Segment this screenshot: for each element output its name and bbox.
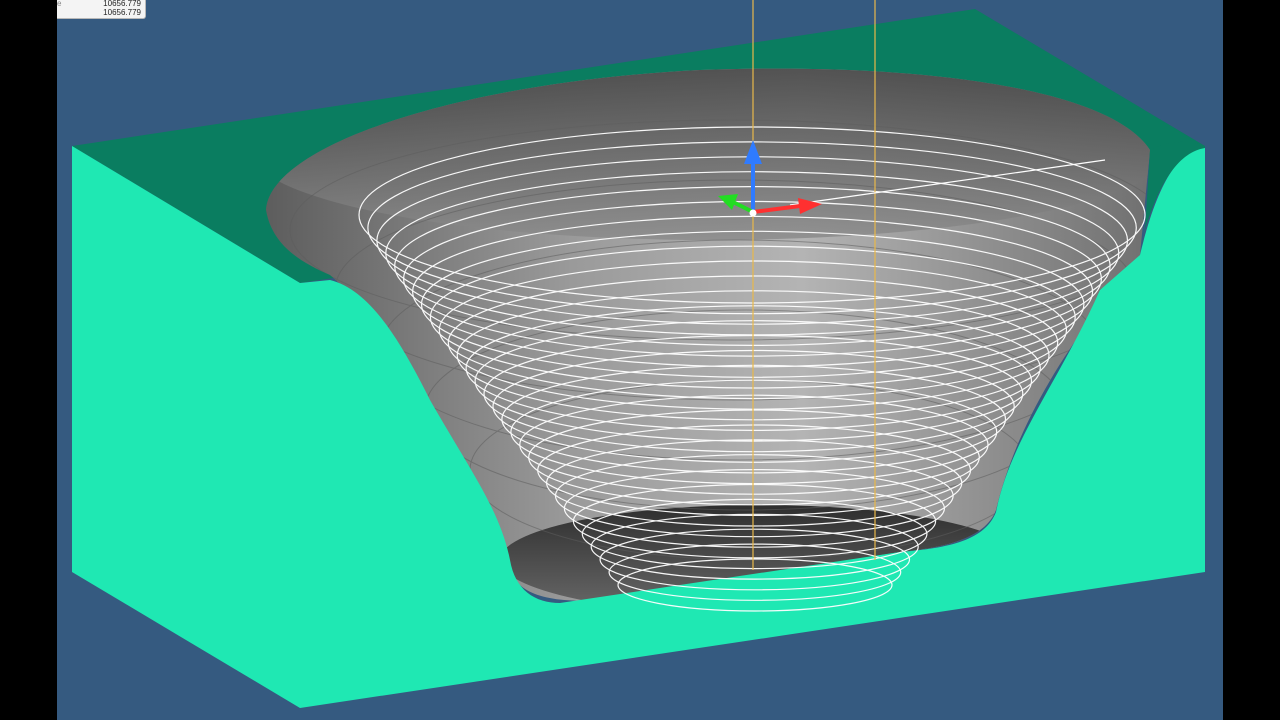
stats-value: 10656.779 [103,8,141,17]
stats-panel: e 10656.779 10656.779 [57,0,146,19]
letterbox-left [0,0,57,720]
stats-row: 10656.779 [57,8,145,18]
scene-canvas[interactable] [57,0,1223,720]
triad-origin [749,209,757,217]
letterbox-right [1223,0,1280,720]
stats-label: e [57,0,62,8]
stats-value: 10656.779 [103,0,141,8]
3d-viewport[interactable]: e 10656.779 10656.779 [57,0,1223,720]
